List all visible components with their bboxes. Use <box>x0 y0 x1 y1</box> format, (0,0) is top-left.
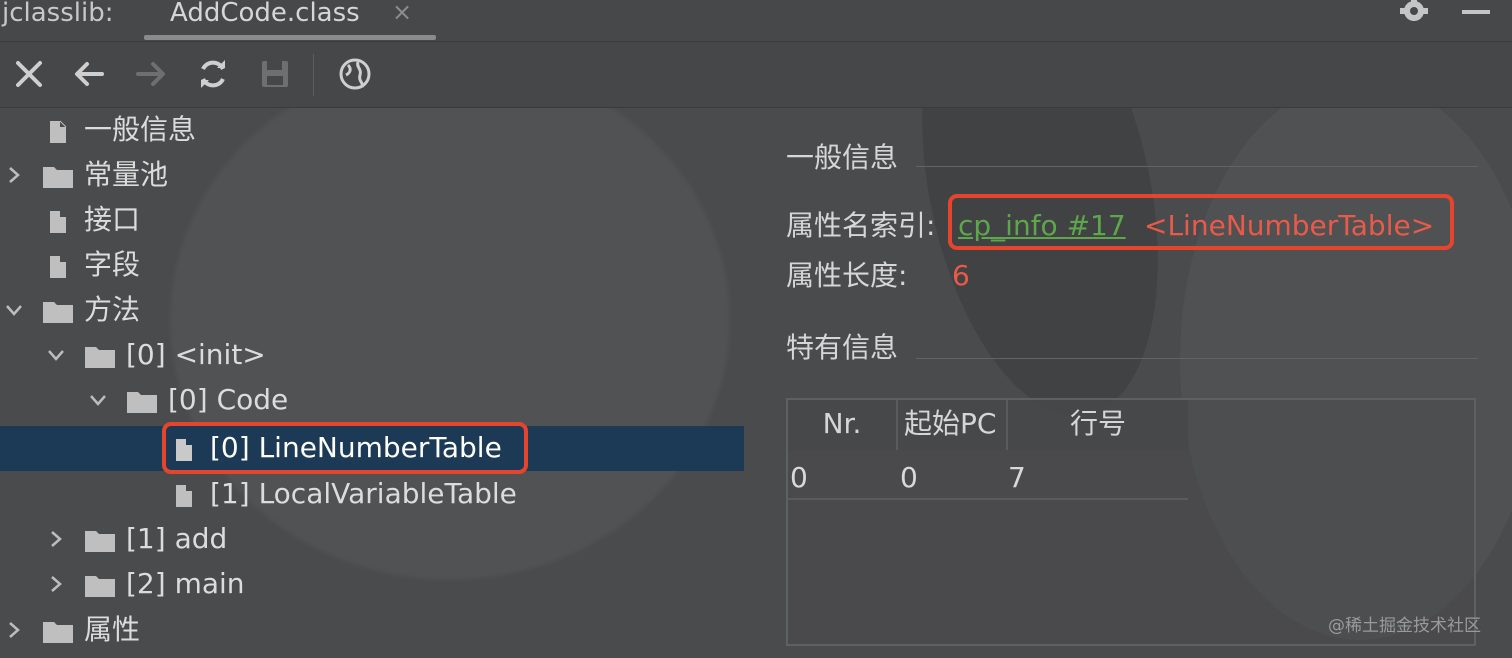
tree-item-method-init[interactable]: [0] <init> <box>0 333 744 378</box>
folder-icon <box>42 618 74 644</box>
section-title-specific: 特有信息 <box>786 331 899 364</box>
tree-item-general-info[interactable]: 一般信息 <box>0 108 744 153</box>
tree-item-methods[interactable]: 方法 <box>0 288 744 333</box>
refresh-icon[interactable] <box>196 57 230 91</box>
folder-icon <box>84 527 116 553</box>
tree-item-code[interactable]: [0] Code <box>0 378 744 423</box>
chevron-right-icon[interactable] <box>4 620 24 640</box>
file-icon <box>44 208 76 234</box>
table-row-divider <box>788 498 1188 500</box>
chevron-right-icon[interactable] <box>4 165 24 185</box>
class-structure-tree: 一般信息 常量池 接口 字段 方法 [0] <init> [0] Code [0… <box>0 108 744 658</box>
folder-icon <box>84 343 116 369</box>
back-arrow-icon[interactable] <box>72 57 106 91</box>
chevron-down-icon[interactable] <box>88 390 108 410</box>
chevron-right-icon[interactable] <box>46 574 66 594</box>
file-icon <box>44 253 76 279</box>
tree-item-method-add[interactable]: [1] add <box>0 517 744 562</box>
toolbar <box>0 42 1512 108</box>
close-icon[interactable] <box>12 57 46 91</box>
tree-item-label: 属性 <box>84 613 141 646</box>
tree-item-label: [0] Code <box>168 383 289 416</box>
section-title-general: 一般信息 <box>786 141 899 174</box>
gear-icon[interactable] <box>1398 0 1430 26</box>
chevron-down-icon[interactable] <box>46 345 66 365</box>
tab-active-indicator <box>144 35 436 40</box>
tab-addcode-class[interactable]: AddCode.class × <box>144 0 436 42</box>
tab-label: AddCode.class <box>170 0 360 28</box>
tree-item-label: 接口 <box>84 203 141 236</box>
chevron-down-icon[interactable] <box>4 300 24 320</box>
tree-item-label: [0] <init> <box>126 338 266 371</box>
detail-panel: 一般信息 属性名索引: cp_info #17 <LineNumberTable… <box>744 108 1512 658</box>
save-icon[interactable] <box>258 57 292 91</box>
watermark: @稀土掘金技术社区 <box>1328 616 1481 636</box>
tree-item-constant-pool[interactable]: 常量池 <box>0 153 744 198</box>
globe-icon[interactable] <box>338 57 372 91</box>
folder-icon <box>42 298 74 324</box>
toolbar-separator <box>313 54 314 96</box>
tree-item-fields[interactable]: 字段 <box>0 243 744 288</box>
column-header-line-number[interactable]: 行号 <box>1008 400 1188 450</box>
folder-icon <box>84 572 116 598</box>
file-icon <box>44 118 76 144</box>
minimize-icon[interactable] <box>1462 10 1490 14</box>
column-header-nr[interactable]: Nr. <box>788 400 896 450</box>
section-divider <box>916 166 1478 167</box>
section-divider <box>916 358 1478 359</box>
tree-item-label: [1] LocalVariableTable <box>210 477 517 510</box>
app-name: jclasslib: <box>2 0 114 28</box>
table-cell-start-pc[interactable]: 0 <box>900 458 1000 498</box>
attr-length-label: 属性长度: <box>786 259 908 292</box>
tree-item-interfaces[interactable]: 接口 <box>0 198 744 243</box>
highlight-box-attr-name <box>948 194 1454 250</box>
tree-item-label: 一般信息 <box>84 113 197 146</box>
tree-item-label: [1] add <box>126 522 228 555</box>
tree-item-label: 常量池 <box>84 158 169 191</box>
table-cell-line[interactable]: 7 <box>1008 458 1108 498</box>
table-cell-nr[interactable]: 0 <box>790 458 896 498</box>
tree-item-label: 字段 <box>84 248 141 281</box>
tree-item-method-main[interactable]: [2] main <box>0 562 744 607</box>
folder-icon <box>126 388 158 414</box>
tree-item-attributes[interactable]: 属性 <box>0 608 744 653</box>
forward-arrow-icon[interactable] <box>134 57 168 91</box>
line-number-table: Nr. 起始PC 行号 0 0 7 <box>786 398 1476 646</box>
highlight-box-selected <box>162 422 528 474</box>
attr-name-index-label: 属性名索引: <box>786 209 936 242</box>
column-header-start-pc[interactable]: 起始PC <box>898 400 1006 450</box>
tree-item-label: 方法 <box>84 293 141 326</box>
title-bar: jclasslib: AddCode.class × <box>0 0 1512 42</box>
tree-item-local-variable-table[interactable]: [1] LocalVariableTable <box>0 472 744 517</box>
file-icon <box>170 482 202 508</box>
chevron-right-icon[interactable] <box>46 529 66 549</box>
folder-icon <box>42 163 74 189</box>
tree-item-label: [2] main <box>126 567 245 600</box>
attr-length-value: 6 <box>952 259 970 292</box>
tab-close-icon[interactable]: × <box>392 0 412 24</box>
